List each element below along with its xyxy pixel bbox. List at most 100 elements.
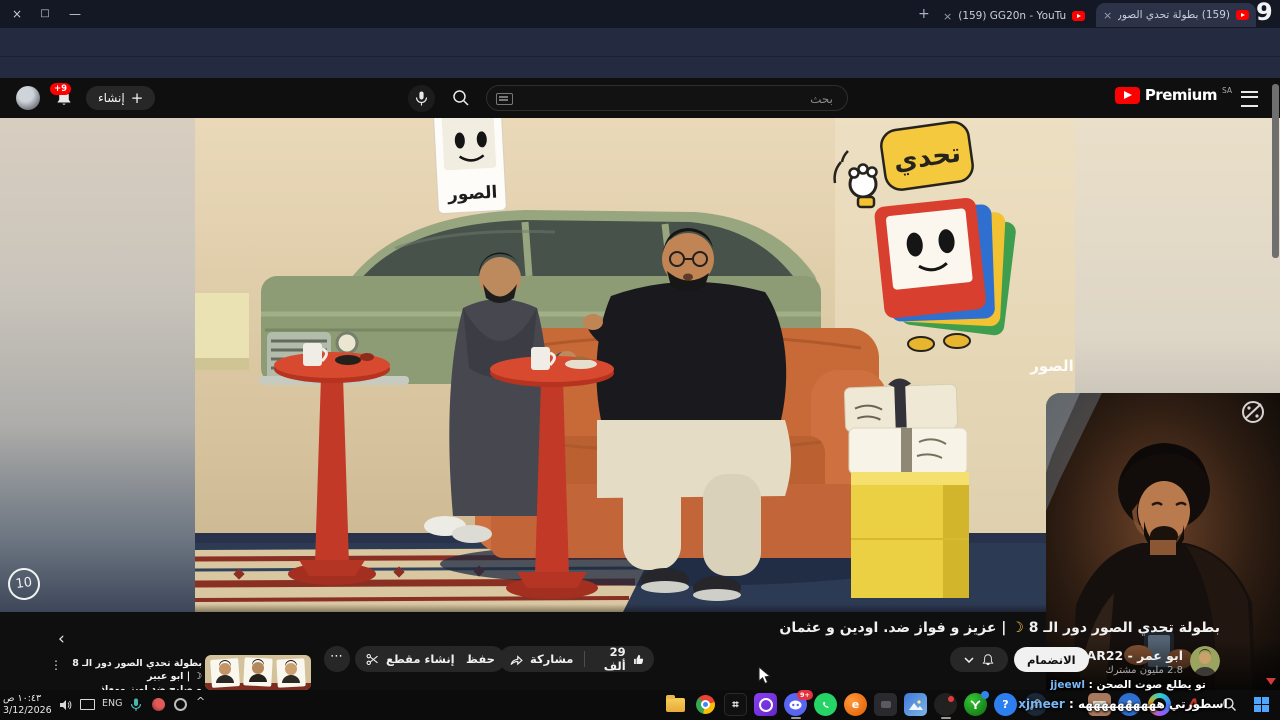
more-actions-button[interactable]: ⋯ xyxy=(324,646,350,672)
browser-logo[interactable]: 9 xyxy=(1256,0,1273,26)
tray-expand-chevron[interactable]: ^ xyxy=(196,695,205,708)
svg-text:الصور: الصور xyxy=(1029,357,1074,375)
youtube-premium-logo[interactable]: Premium SA xyxy=(1114,86,1232,104)
channel-avatar[interactable] xyxy=(1190,646,1220,676)
file-explorer-icon[interactable] xyxy=(664,693,687,716)
tab-close-icon[interactable]: × xyxy=(943,10,952,23)
bookmarks-bar: كل الإشارات المرجعية « ⊞ بوابة التعلم ال… xyxy=(0,56,1280,131)
speaker-icon[interactable] xyxy=(58,697,72,716)
related-title-line1: بطولة تحدي الصور دور الـ 8 ☽ | ابو عبير xyxy=(72,658,202,682)
moon-emoji: ☽ xyxy=(1011,620,1024,636)
like-count: 29 ألف xyxy=(603,645,626,673)
youtube-favicon xyxy=(1072,11,1085,21)
windows-start-button[interactable] xyxy=(1250,693,1273,716)
video-title-text: | عزيز و فواز ضد. اودين و عثمان xyxy=(779,620,1012,636)
efootball-icon[interactable]: e xyxy=(844,693,867,716)
ambient-glow-left xyxy=(0,118,195,612)
save-label: حفظ xyxy=(466,652,495,666)
plus-icon: + xyxy=(130,89,144,107)
browser-tab-active[interactable]: × (159) بطولة تحدي الصور دور xyxy=(1096,3,1256,27)
notification-count-badge: +9 xyxy=(50,83,72,95)
svg-text:الصور: الصور xyxy=(446,183,497,206)
pill-divider xyxy=(584,651,586,667)
browser-tab-gg20n[interactable]: × (159) GG20n - YouTube xyxy=(936,4,1092,28)
voice-search-button[interactable] xyxy=(408,85,435,112)
network-icon[interactable] xyxy=(80,699,95,710)
taskbar-clock[interactable]: ١٠:٤٣ ص 3/12/2026 xyxy=(3,693,52,717)
game-app-icon[interactable] xyxy=(874,693,897,716)
keyboard-icon[interactable] xyxy=(496,93,513,105)
youtube-play-icon xyxy=(1114,86,1140,104)
discord-running-indicator xyxy=(791,717,801,719)
related-video-thumbnail[interactable] xyxy=(205,655,311,690)
chrome-icon[interactable] xyxy=(694,693,717,716)
related-video-menu-icon[interactable]: ⋮ xyxy=(50,658,62,672)
share-label: مشاركة xyxy=(530,652,574,666)
like-button[interactable] xyxy=(632,652,644,667)
settings-tray-icon[interactable] xyxy=(174,698,187,711)
clock-time: ١٠:٤٣ ص xyxy=(3,693,42,704)
share-icon xyxy=(510,654,523,665)
scissors-icon xyxy=(366,653,378,665)
premium-region: SA xyxy=(1221,86,1232,95)
bell-icon xyxy=(982,653,993,665)
premium-label: Premium xyxy=(1144,86,1218,104)
chat-separator: : xyxy=(1084,679,1097,691)
microphone-tray-icon[interactable] xyxy=(130,697,142,716)
new-tab-button[interactable]: + xyxy=(918,6,930,22)
youtube-favicon xyxy=(1236,10,1249,20)
whatsapp-icon[interactable] xyxy=(814,693,837,716)
discord-badge: 9+ xyxy=(797,690,813,700)
notification-preference-button[interactable] xyxy=(950,647,1008,672)
page-scrollbar[interactable] xyxy=(1272,84,1279,258)
recorder-running-indicator xyxy=(941,717,951,719)
account-avatar[interactable] xyxy=(16,86,40,110)
video-title: بطولة تحدي الصور دور الـ 8 ☽ | عزيز و فو… xyxy=(779,620,1220,636)
chat-username: xjmeer xyxy=(1018,697,1065,711)
guide-menu-icon[interactable] xyxy=(1241,91,1258,107)
search-input[interactable] xyxy=(517,87,835,111)
challenge-sign: تحدي xyxy=(880,120,974,191)
chat-scroll-marker-icon xyxy=(1266,678,1276,685)
video-title-text: بطولة تحدي الصور دور الـ 8 xyxy=(1023,620,1220,636)
yellow-box xyxy=(851,472,969,598)
clock-date: 3/12/2026 xyxy=(3,705,52,716)
chips-scroll-left-icon[interactable]: ‹ xyxy=(58,629,65,649)
tab-title: (159) بطولة تحدي الصور دور xyxy=(1118,9,1230,21)
subscriber-count: 2.8 مليون مشترك xyxy=(1105,665,1183,676)
browser-titlebar: × □ — + × (159) GG20n - YouTube × (159) … xyxy=(0,0,1280,28)
create-label: إنشاء xyxy=(98,91,125,105)
share-button[interactable]: مشاركة xyxy=(499,646,584,672)
video-player[interactable]: الصور تحدي الصور xyxy=(194,104,1075,612)
browser-toolbar: ⋮ U ≣ ✦ ⧉ ➤ ≋ ABP ☆ ⊡ youtube.com/watch?… xyxy=(0,28,1280,78)
video-frame: الصور تحدي الصور xyxy=(194,104,1075,612)
chat-text: اسطورتي ههههههههههه xyxy=(1077,697,1228,711)
chat-separator: : xyxy=(1064,697,1078,711)
window-maximize-button[interactable]: □ xyxy=(36,5,54,23)
mouse-cursor xyxy=(758,665,772,690)
window-close-button[interactable]: × xyxy=(8,5,26,23)
recorder-app-icon[interactable] xyxy=(934,693,957,716)
window-minimize-button[interactable]: — xyxy=(66,5,84,23)
chevron-down-icon xyxy=(963,656,974,663)
language-indicator[interactable]: ENG xyxy=(102,698,122,709)
clip-button[interactable]: إنشاء مقطع xyxy=(355,646,465,672)
search-button[interactable] xyxy=(452,89,470,111)
gift-boxes xyxy=(843,378,968,475)
xbox-icon[interactable] xyxy=(964,691,989,716)
photos-app-icon[interactable] xyxy=(904,693,927,716)
search-bar[interactable] xyxy=(486,85,848,111)
chat-text: تو يطلع صوت الصحن xyxy=(1096,679,1206,691)
chat-message: اسطورتي ههههههههههه : xjmeer xyxy=(1008,697,1238,711)
join-button[interactable]: الانضمام xyxy=(1014,647,1089,672)
capcut-icon[interactable]: ⌗ xyxy=(724,693,747,716)
crate xyxy=(195,293,249,365)
chat-message: تو يطلع صوت الصحن : jjeewl xyxy=(1018,679,1238,691)
volume-mixer-tray-icon[interactable] xyxy=(152,698,165,711)
create-button[interactable]: إنشاء + xyxy=(86,86,156,110)
camera-app-icon[interactable] xyxy=(754,693,777,716)
poster-left: الصور xyxy=(432,104,507,214)
screen: × □ — + × (159) GG20n - YouTube × (159) … xyxy=(0,0,1280,720)
clip-label: إنشاء مقطع xyxy=(386,652,455,666)
tab-close-icon[interactable]: × xyxy=(1103,9,1112,22)
